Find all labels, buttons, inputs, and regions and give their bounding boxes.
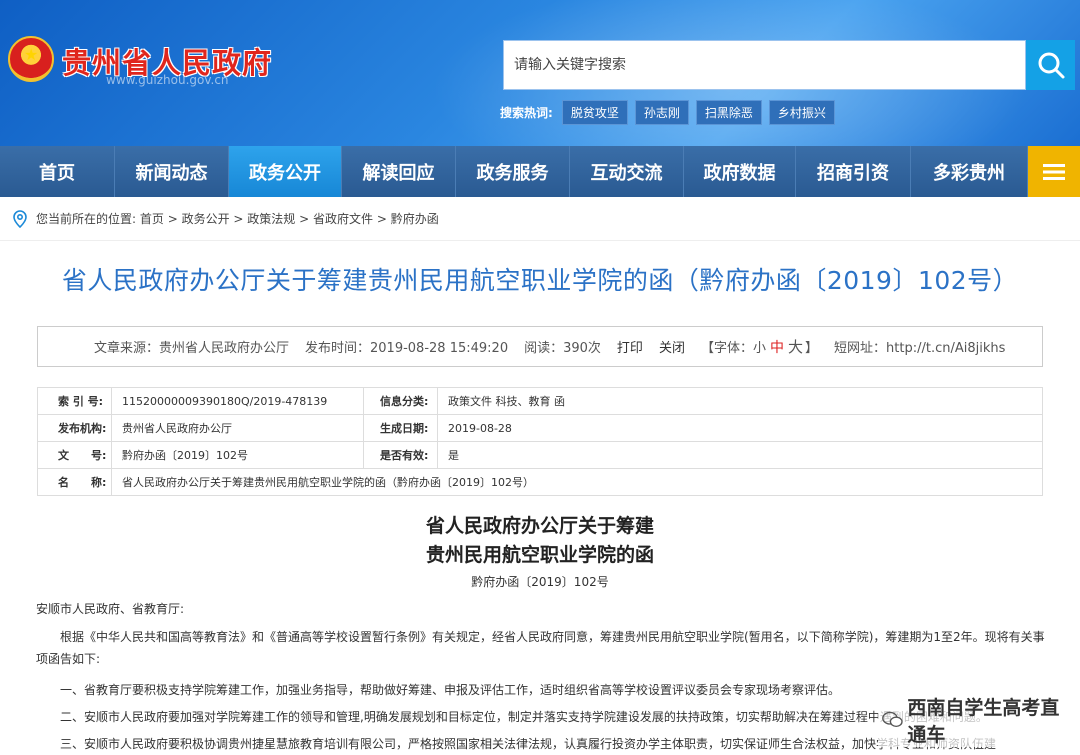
breadcrumb-province-docs[interactable]: 省政府文件	[313, 210, 373, 227]
info-value: 贵州省人民政府办公厅	[111, 414, 364, 442]
font-small[interactable]: 小	[753, 337, 766, 356]
info-value: 是	[437, 441, 1043, 469]
doc-title-line-2: 贵州民用航空职业学院的函	[425, 544, 654, 566]
main-nav: 首页 新闻动态 政务公开 解读回应 政务服务 互动交流 政府数据 招商引资 多彩…	[0, 146, 1080, 197]
breadcrumb-gov-affairs[interactable]: 政务公开	[182, 210, 230, 227]
hot-tag-1[interactable]: 脱贫攻坚	[561, 100, 628, 125]
article-source: 文章来源：贵州省人民政府办公厅	[94, 341, 290, 356]
breadcrumb-policy[interactable]: 政策法规	[247, 210, 295, 227]
search-button[interactable]	[1026, 40, 1075, 90]
nav-gov-data[interactable]: 政府数据	[684, 146, 796, 197]
nav-interaction[interactable]: 互动交流	[570, 146, 684, 197]
search-icon	[1038, 52, 1064, 79]
table-row: 文 号: 黔府办函〔2019〕102号 是否有效: 是	[37, 441, 1043, 469]
close-link[interactable]: 关闭	[659, 337, 685, 356]
nav-investment[interactable]: 招商引资	[796, 146, 911, 197]
table-row: 索 引 号: 11520000009390180Q/2019-478139 信息…	[37, 387, 1043, 415]
article-views: 阅读：390次	[524, 341, 601, 356]
doc-number: 黔府办函〔2019〕102号	[471, 575, 609, 589]
font-medium[interactable]: 中	[770, 337, 784, 357]
watermark-text: 西南自学生高考直通车	[907, 697, 1060, 746]
watermark: 西南自学生高考直通车	[878, 693, 1080, 747]
article-title: 省人民政府办公厅关于筹建贵州民用航空职业学院的函（黔府办函〔2019〕102号）	[61, 266, 1019, 295]
nav-home[interactable]: 首页	[0, 146, 115, 197]
breadcrumb-current[interactable]: 黔府办函	[391, 210, 439, 227]
location-pin-icon	[13, 209, 27, 228]
doc-title-line-1: 省人民政府办公厅关于筹建	[425, 515, 654, 537]
article-time: 发布时间：2019-08-28 15:49:20	[305, 341, 509, 356]
info-value: 2019-08-28	[437, 414, 1043, 442]
info-key: 索 引 号:	[37, 387, 112, 415]
nav-gov-affairs[interactable]: 政务公开	[229, 146, 342, 197]
info-key: 文 号:	[37, 441, 112, 469]
breadcrumb: 您当前所在的位置: 首页 > 政务公开 > 政策法规 > 省政府文件 > 黔府办…	[0, 197, 1080, 241]
nav-news[interactable]: 新闻动态	[115, 146, 229, 197]
hot-tag-3[interactable]: 扫黑除恶	[695, 100, 762, 125]
info-value: 政策文件 科技、教育 函	[437, 387, 1043, 415]
hot-tag-4[interactable]: 乡村振兴	[768, 100, 835, 125]
info-key: 信息分类:	[363, 387, 438, 415]
info-value: 省人民政府办公厅关于筹建贵州民用航空职业学院的函（黔府办函〔2019〕102号）	[111, 468, 1043, 496]
breadcrumb-prefix: 您当前所在的位置:	[36, 212, 137, 226]
font-size-label: 【字体：	[700, 341, 753, 356]
info-table: 索 引 号: 11520000009390180Q/2019-478139 信息…	[37, 387, 1043, 496]
doc-addressee: 安顺市人民政府、省教育厅:	[36, 602, 185, 616]
info-key: 发布机构:	[37, 414, 112, 442]
breadcrumb-home[interactable]: 首页	[140, 210, 164, 227]
site-url: www.guizhou.gov.cn	[106, 73, 229, 87]
doc-paragraph: 根据《中华人民共和国高等教育法》和《普通高等学校设置暂行条例》有关规定，经省人民…	[36, 630, 1045, 666]
table-row: 名 称: 省人民政府办公厅关于筹建贵州民用航空职业学院的函（黔府办函〔2019〕…	[37, 468, 1043, 496]
nav-services[interactable]: 政务服务	[456, 146, 570, 197]
info-value: 11520000009390180Q/2019-478139	[111, 387, 364, 415]
nav-interpretation[interactable]: 解读回应	[342, 146, 456, 197]
font-size-end: 】	[805, 341, 819, 356]
article-meta: 文章来源：贵州省人民政府办公厅 发布时间：2019-08-28 15:49:20…	[37, 326, 1043, 367]
national-emblem-icon	[8, 36, 54, 82]
info-key: 生成日期:	[363, 414, 438, 442]
info-key: 名 称:	[37, 468, 112, 496]
nav-colorful-guizhou[interactable]: 多彩贵州	[911, 146, 1028, 197]
hot-search-label: 搜索热词:	[500, 106, 553, 120]
table-row: 发布机构: 贵州省人民政府办公厅 生成日期: 2019-08-28	[37, 414, 1043, 442]
hamburger-menu-icon	[1043, 163, 1065, 180]
wechat-icon	[882, 711, 903, 728]
info-value: 黔府办函〔2019〕102号	[111, 441, 364, 469]
info-key: 是否有效:	[363, 441, 438, 469]
print-link[interactable]: 打印	[617, 337, 643, 356]
hot-tag-2[interactable]: 孙志刚	[634, 100, 689, 125]
search-input[interactable]	[504, 41, 1025, 89]
font-large[interactable]: 大	[788, 336, 803, 357]
menu-button[interactable]	[1028, 146, 1080, 197]
search-box	[503, 40, 1026, 90]
hot-search: 搜索热词: 脱贫攻坚 孙志刚 扫黑除恶 乡村振兴	[500, 100, 835, 125]
short-url: 短网址：http://t.cn/Ai8jikhs	[834, 341, 1006, 356]
site-header: 贵州省人民政府 www.guizhou.gov.cn 搜索热词: 脱贫攻坚 孙志…	[0, 0, 1080, 146]
